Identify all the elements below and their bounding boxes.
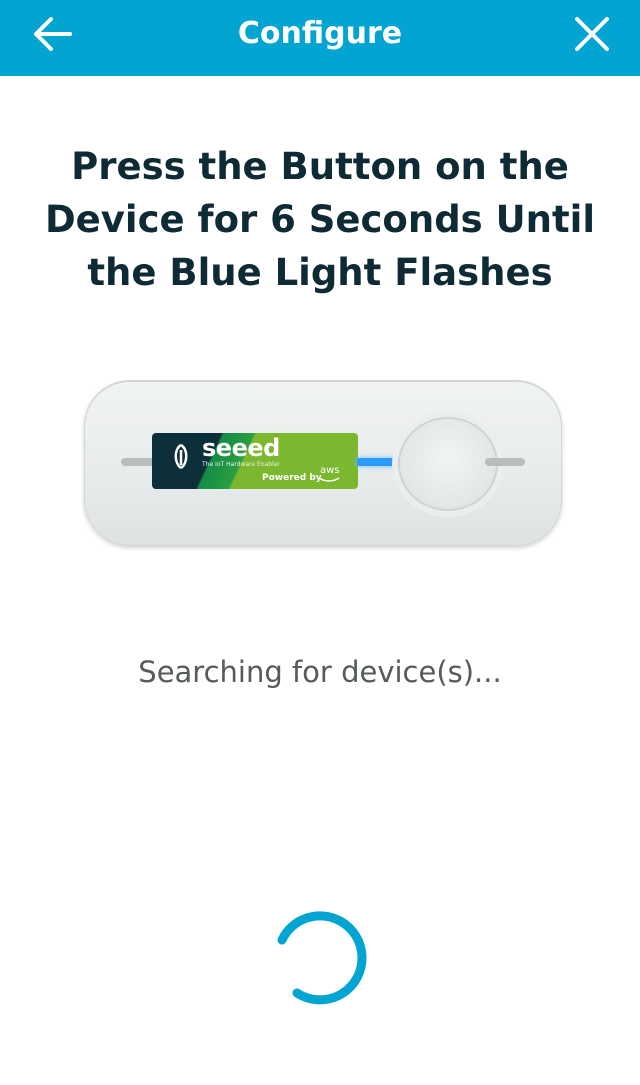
device-physical-button <box>398 417 498 511</box>
aws-logo-text: aws <box>320 465 340 476</box>
loading-spinner-icon <box>277 911 367 1005</box>
close-button[interactable] <box>566 8 618 60</box>
brand-tagline: The IoT Hardware Enabler <box>202 461 280 468</box>
app-header: Configure <box>0 0 640 76</box>
brand-name: seeed <box>202 434 280 462</box>
powered-by-text: Powered by <box>262 473 322 483</box>
instruction-heading-line-3: the Blue Light Flashes <box>87 251 553 294</box>
device-led-light <box>357 458 401 466</box>
page-title: Configure <box>237 16 403 51</box>
device-illustration: seeed The IoT Hardware Enabler Powered b… <box>84 380 562 546</box>
search-status-text: Searching for device(s)... <box>138 655 502 689</box>
device-slot-right <box>485 458 525 466</box>
device-brand-label: seeed The IoT Hardware Enabler Powered b… <box>152 433 358 489</box>
close-icon <box>575 17 609 51</box>
instruction-heading-line-1: Press the Button on the <box>71 145 569 188</box>
instruction-heading: Press the Button on the Device for 6 Sec… <box>30 140 610 299</box>
seeed-logo-icon <box>174 443 188 470</box>
aws-smile-icon <box>318 477 340 482</box>
device-slot-left <box>121 458 155 466</box>
instruction-heading-line-2: Device for 6 Seconds Until <box>44 198 596 241</box>
